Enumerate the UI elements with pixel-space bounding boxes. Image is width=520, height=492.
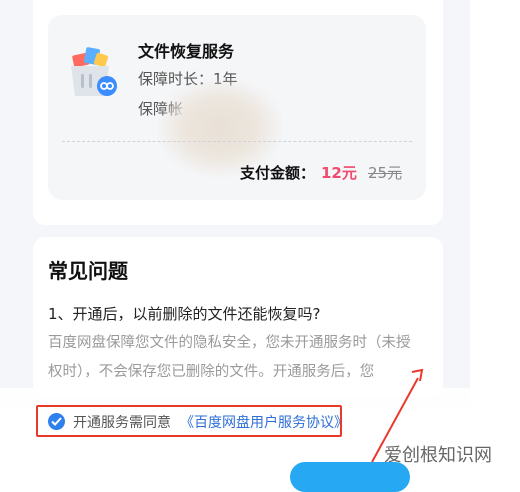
faq-answer: 百度网盘保障您文件的隐私安全，您未开通服务时（未授权时），不会保存您已删除的文件… <box>48 335 411 380</box>
original-price: 25元 <box>368 164 403 182</box>
service-title: 文件恢复服务 <box>138 42 235 61</box>
page-margin <box>470 0 520 472</box>
checkbox-checked-icon[interactable] <box>48 413 65 430</box>
faq-card: 常见问题 1、开通后，以前删除的文件还能恢复吗? 百度网盘保障您文件的隐私安全，… <box>33 237 443 397</box>
agreement-text: 开通服务需同意 <box>73 415 171 431</box>
agreement-link[interactable]: 《百度网盘用户服务协议》 <box>180 412 348 432</box>
payment-label: 支付金额： <box>240 164 316 182</box>
faq-title: 常见问题 <box>48 259 128 283</box>
divider <box>62 141 412 142</box>
watermark: 爱创根知识网 <box>384 445 492 466</box>
faq-question[interactable]: 1、开通后，以前删除的文件还能恢复吗? <box>48 303 321 324</box>
payment-price: 12元 <box>321 164 357 182</box>
redacted-area <box>160 80 280 175</box>
file-recovery-icon <box>65 40 120 100</box>
